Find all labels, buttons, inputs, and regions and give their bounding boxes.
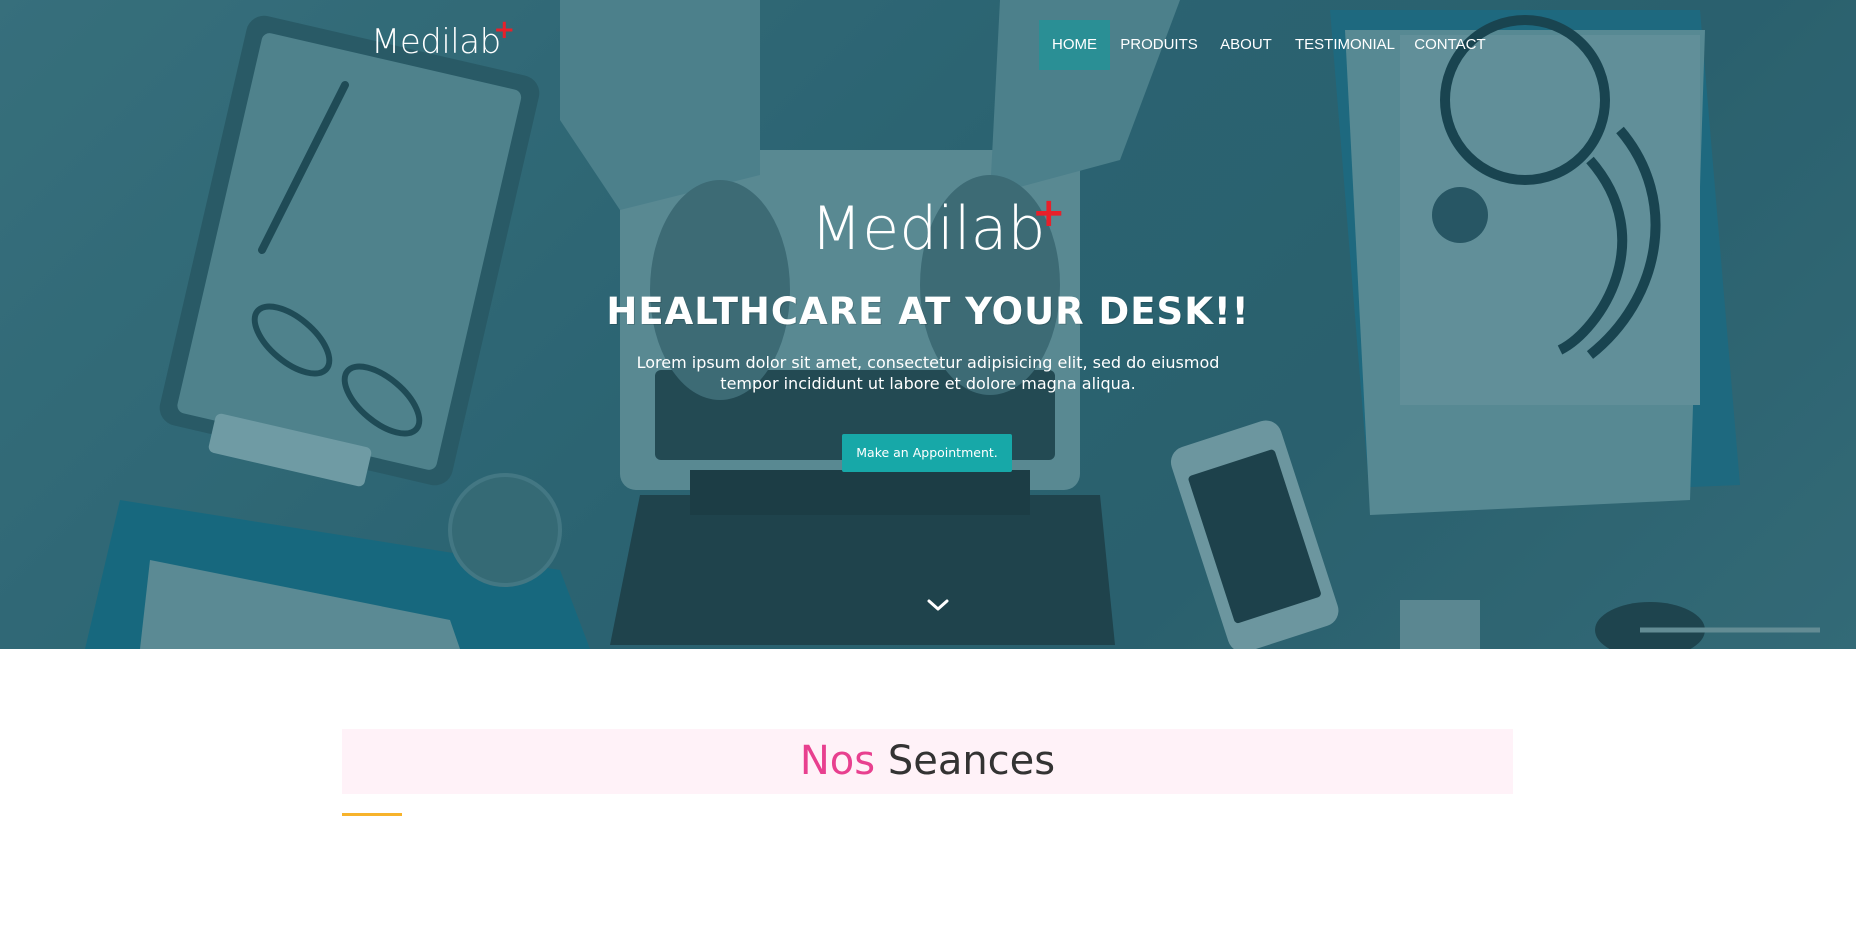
hero-lead: Lorem ipsum dolor sit amet, consectetur … xyxy=(628,352,1228,394)
nav-produits[interactable]: PRODUITS xyxy=(1118,20,1200,70)
hero-logo: Medilab + xyxy=(0,190,1856,264)
hero-lead-line-2: tempor incididunt ut labore et dolore ma… xyxy=(720,374,1136,393)
section-title-rest: Seances xyxy=(887,738,1056,784)
chevron-down-icon[interactable] xyxy=(925,594,951,616)
nav-contact[interactable]: CONTACT xyxy=(1411,20,1489,70)
section-title: Nos Seances xyxy=(342,729,1513,794)
section-title-highlight: Nos xyxy=(799,738,876,784)
section-title-underline xyxy=(342,813,402,816)
hero-headline: HEALTHCARE AT YOUR DESK!! xyxy=(606,290,1250,333)
hero-logo-text: Medilab xyxy=(810,194,1046,264)
main-nav: HOME PRODUITS ABOUT TESTIMONIAL CONTACT xyxy=(0,20,1856,70)
nav-about[interactable]: ABOUT xyxy=(1216,20,1276,70)
hero-lead-line-1: Lorem ipsum dolor sit amet, consectetur … xyxy=(636,353,1220,372)
hero-logo-plus-icon: + xyxy=(1031,190,1066,236)
nav-home[interactable]: HOME xyxy=(1039,20,1110,70)
nav-testimonial[interactable]: TESTIMONIAL xyxy=(1295,20,1395,70)
hero-section: Medilab + HOME PRODUITS ABOUT TESTIMONIA… xyxy=(0,0,1856,649)
make-appointment-button[interactable]: Make an Appointment. xyxy=(842,434,1012,472)
